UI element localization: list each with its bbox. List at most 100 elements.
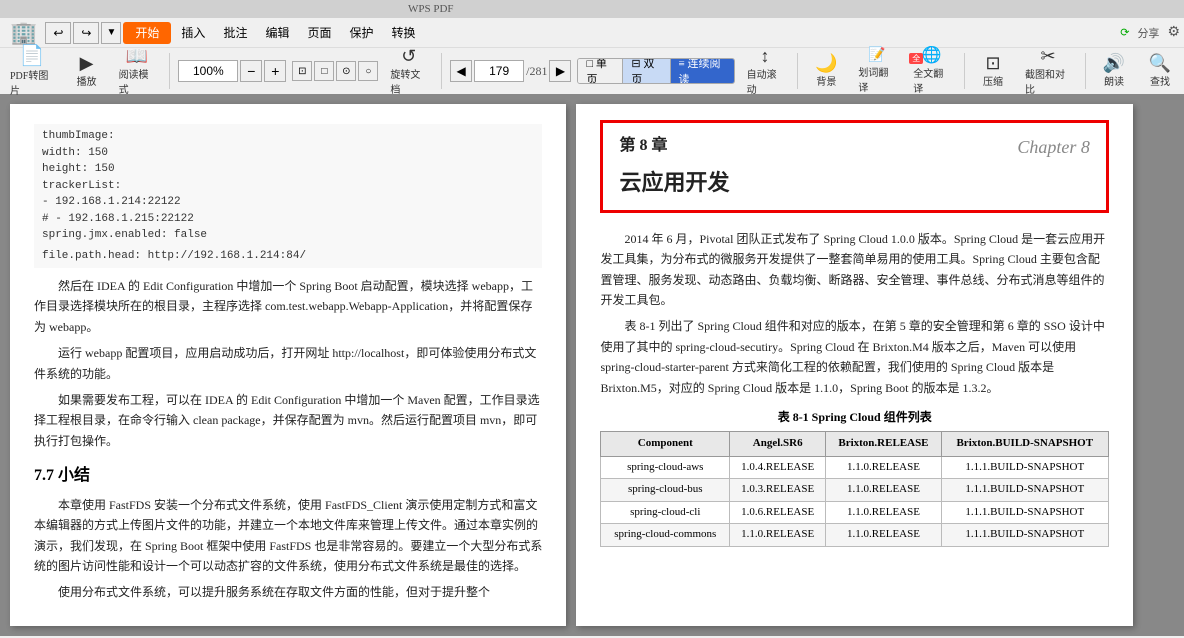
code-line1: thumbImage: xyxy=(42,128,534,145)
office-icon: 🏢 xyxy=(10,20,37,46)
convert-menu[interactable]: 转换 xyxy=(384,24,424,41)
comment-menu[interactable]: 批注 xyxy=(215,24,255,41)
cell-brixton: 1.1.0.RELEASE xyxy=(826,524,941,547)
edit-menu[interactable]: 编辑 xyxy=(257,24,297,41)
cell-snapshot: 1.1.1.BUILD-SNAPSHOT xyxy=(941,501,1108,524)
view-row1: ⊡ □ ⊙ ○ xyxy=(292,61,378,81)
intro-para1: 2014 年 6 月，Pivotal 团队正式发布了 Spring Cloud … xyxy=(600,229,1108,311)
continuous-read-button[interactable]: ≡ 连续阅读 xyxy=(671,59,734,83)
background-icon: 🌙 xyxy=(815,54,837,72)
col-component: Component xyxy=(601,432,730,457)
dropdown-button[interactable]: ▼ xyxy=(101,22,121,44)
screenshot-label: 截图和对比 xyxy=(1025,66,1071,96)
page-view-toggle: □ 单页 ⊟ 双页 ≡ 连续阅读 xyxy=(577,58,734,84)
view-btn3[interactable]: ⊙ xyxy=(336,61,356,81)
read-aloud-label: 朗读 xyxy=(1104,73,1124,88)
background-label: 背景 xyxy=(816,73,836,88)
table-row: spring-cloud-commons 1.1.0.RELEASE 1.1.0… xyxy=(601,524,1108,547)
play-button[interactable]: ▶ 播放 xyxy=(67,51,107,91)
double-page-button[interactable]: ⊟ 双页 xyxy=(623,59,670,83)
toolbar-right: ⟳ 分享 ⚙ xyxy=(1120,24,1180,41)
view-toggles: ⊡ □ ⊙ ○ xyxy=(292,61,378,81)
view-btn2[interactable]: □ xyxy=(314,61,334,81)
zoom-input[interactable] xyxy=(178,60,238,82)
page-menu[interactable]: 页面 xyxy=(299,24,339,41)
rotate-button[interactable]: ↺ 旋转文档 xyxy=(384,51,433,91)
word-translate-icon: 📝 xyxy=(868,49,885,63)
chapter-title-cn: 云应用开发 xyxy=(619,165,729,200)
section-title: 7.7 小结 xyxy=(34,463,542,489)
intro-para2: 表 8-1 列出了 Spring Cloud 组件和对应的版本，在第 5 章的安… xyxy=(600,316,1108,398)
page-total: /281 xyxy=(526,64,547,79)
separator2 xyxy=(441,53,442,89)
rotate-icon: ↺ xyxy=(401,47,416,65)
chapter-header-left: 第 8 章 云应用开发 xyxy=(619,133,729,200)
table-title: 表 8-1 Spring Cloud 组件列表 xyxy=(600,408,1108,427)
scroll-label: 自动滚动 xyxy=(747,66,784,96)
table-row: spring-cloud-aws 1.0.4.RELEASE 1.1.0.REL… xyxy=(601,456,1108,479)
page-nav: ◀ /281 ▶ xyxy=(450,60,571,82)
zoom-out-button[interactable]: − xyxy=(240,60,262,82)
translate-badge: 全 xyxy=(909,53,923,64)
table-row: spring-cloud-cli 1.0.6.RELEASE 1.1.0.REL… xyxy=(601,501,1108,524)
translate-label: 全文翻译 xyxy=(913,65,950,95)
title-bar: WPS PDF xyxy=(0,0,1184,18)
start-button[interactable]: 开始 xyxy=(123,22,171,44)
pdf-to-image-button[interactable]: 📄 PDF转图片 xyxy=(4,51,61,91)
settings-icon[interactable]: ⚙ xyxy=(1167,24,1180,41)
compress-button[interactable]: ⊡ 压缩 xyxy=(973,51,1013,91)
code-line7: spring.jmx.enabled: false xyxy=(42,227,534,244)
cell-snapshot: 1.1.1.BUILD-SNAPSHOT xyxy=(941,479,1108,502)
pdf-icon: 📄 xyxy=(20,46,45,66)
separator1 xyxy=(169,53,170,89)
chapter-title-en: Chapter 8 xyxy=(1017,133,1090,162)
cell-brixton: 1.1.0.RELEASE xyxy=(826,501,941,524)
translate-icon: 🌐 xyxy=(922,48,942,64)
full-translate-button[interactable]: 🌐 全文翻译 全 xyxy=(907,51,956,91)
zoom-in-button[interactable]: + xyxy=(264,60,286,82)
word-translate-button[interactable]: 📝 划词翻译 xyxy=(852,51,901,91)
cell-angel: 1.0.4.RELEASE xyxy=(730,456,826,479)
read-icon: 📖 xyxy=(126,47,148,65)
chapter-num: 第 8 章 xyxy=(619,133,729,159)
col-brixton-snapshot: Brixton.BUILD-SNAPSHOT xyxy=(941,432,1108,457)
scroll-icon: ↕ xyxy=(761,47,770,65)
toolbar-row1: 🏢 ↩ ↪ ▼ 开始 插入 批注 编辑 页面 保护 转换 ⟳ 分享 ⚙ xyxy=(0,18,1184,48)
undo-button[interactable]: ↩ xyxy=(45,22,71,44)
title-text: WPS PDF xyxy=(408,3,454,15)
prev-page-button[interactable]: ◀ xyxy=(450,60,472,82)
screenshot-button[interactable]: ✂ 截图和对比 xyxy=(1019,51,1077,91)
paragraph2: 运行 webapp 配置项目，应用启动成功后，打开网址 http://local… xyxy=(34,343,542,384)
office-button[interactable]: 🏢 xyxy=(4,18,43,48)
cell-angel: 1.1.0.RELEASE xyxy=(730,524,826,547)
protect-menu[interactable]: 保护 xyxy=(341,24,381,41)
redo-button[interactable]: ↪ xyxy=(73,22,99,44)
view-btn1[interactable]: ⊡ xyxy=(292,61,312,81)
next-page-button[interactable]: ▶ xyxy=(549,60,571,82)
cell-component: spring-cloud-commons xyxy=(601,524,730,547)
background-button[interactable]: 🌙 背景 xyxy=(806,51,846,91)
separator3 xyxy=(797,53,798,89)
share-button[interactable]: 分享 xyxy=(1137,25,1159,41)
paragraph3: 如果需要发布工程，可以在 IDEA 的 Edit Configuration 中… xyxy=(34,390,542,451)
spring-cloud-table: Component Angel.SR6 Brixton.RELEASE Brix… xyxy=(600,431,1108,547)
code-line8: file.path.head: http://192.168.1.214:84/ xyxy=(42,248,534,265)
cell-angel: 1.0.3.RELEASE xyxy=(730,479,826,502)
auto-scroll-button[interactable]: ↕ 自动滚动 xyxy=(741,51,790,91)
read-mode-button[interactable]: 📖 阅读模式 xyxy=(113,51,162,91)
summary-para1: 本章使用 FastFDS 安装一个分布式文件系统，使用 FastFDS_Clie… xyxy=(34,495,542,577)
insert-menu[interactable]: 插入 xyxy=(173,24,213,41)
find-button[interactable]: 🔍 查找 xyxy=(1140,51,1180,91)
compress-label: 压缩 xyxy=(983,73,1003,88)
single-page-button[interactable]: □ 单页 xyxy=(578,59,623,83)
cell-component: spring-cloud-bus xyxy=(601,479,730,502)
code-line5: - 192.168.1.214:22122 xyxy=(42,194,534,211)
sync-icon: ⟳ xyxy=(1120,26,1129,39)
zoom-controls: − + xyxy=(178,60,286,82)
view-btn4[interactable]: ○ xyxy=(358,61,378,81)
page-input[interactable] xyxy=(474,60,524,82)
play-label: 播放 xyxy=(77,73,97,88)
read-aloud-button[interactable]: 🔊 朗读 xyxy=(1094,51,1134,91)
pdf-label: PDF转图片 xyxy=(10,67,55,97)
right-page: 第 8 章 云应用开发 Chapter 8 2014 年 6 月，Pivotal… xyxy=(576,104,1132,626)
